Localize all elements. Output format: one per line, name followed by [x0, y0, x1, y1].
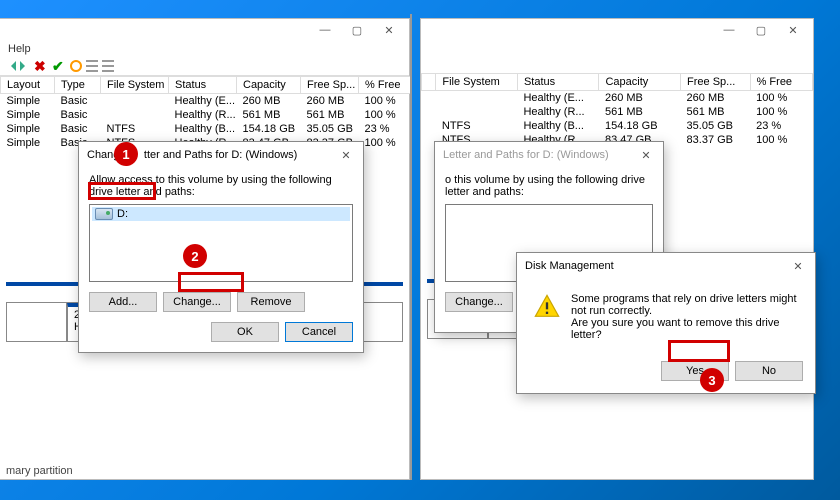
confirm-msg-line2: Are you sure you want to remove this dri… — [571, 317, 799, 341]
table-row[interactable]: Healthy (R...561 MB561 MB100 % — [422, 105, 813, 119]
table-row[interactable]: SimpleBasicHealthy (E...260 MB260 MB100 … — [1, 94, 411, 109]
col-pct[interactable]: % Free — [359, 77, 411, 94]
dialog-description: o this volume by using the following dri… — [445, 174, 653, 198]
change-letter-dialog-left: Change tter and Paths for D: (Windows) ✕… — [78, 141, 364, 353]
add-button[interactable]: Add... — [89, 292, 157, 312]
delete-icon[interactable]: ✖ — [34, 59, 48, 73]
maximize-button[interactable]: ▢ — [341, 20, 373, 40]
dialog-titlebar[interactable]: Disk Management ✕ — [517, 253, 815, 279]
close-button[interactable]: ✕ — [777, 20, 809, 40]
forward-icon[interactable] — [20, 61, 30, 71]
dialog-description: Allow access to this volume by using the… — [89, 174, 353, 198]
list-icon[interactable] — [86, 60, 98, 72]
titlebar: — ▢ ✕ — [421, 19, 813, 41]
menu-help[interactable]: Help — [0, 41, 409, 57]
legend-text: mary partition — [6, 465, 73, 477]
minimize-button[interactable]: — — [713, 20, 745, 40]
col-fs[interactable]: File System — [101, 77, 169, 94]
remove-button[interactable]: Remove — [237, 292, 305, 312]
confirm-title: Disk Management — [525, 260, 614, 272]
back-icon[interactable] — [6, 61, 16, 71]
col-free[interactable]: Free Sp... — [681, 74, 751, 91]
close-icon[interactable]: ✕ — [337, 146, 355, 164]
drive-letter-listbox[interactable]: D: — [89, 204, 353, 282]
table-row[interactable]: NTFSHealthy (B...154.18 GB35.05 GB23 % — [422, 119, 813, 133]
table-row[interactable]: SimpleBasicHealthy (R...561 MB561 MB100 … — [1, 108, 411, 122]
yes-button[interactable]: Yes — [661, 361, 729, 381]
col-capacity[interactable]: Capacity — [599, 74, 681, 91]
col-fs[interactable]: File System — [436, 74, 518, 91]
refresh-icon[interactable] — [70, 60, 82, 72]
no-button[interactable]: No — [735, 361, 803, 381]
change-button[interactable]: Change... — [163, 292, 231, 312]
col-status[interactable]: Status — [517, 74, 599, 91]
warning-icon — [533, 293, 561, 321]
col-free[interactable]: Free Sp... — [301, 77, 359, 94]
col-pct[interactable]: % Free — [750, 74, 812, 91]
close-icon[interactable]: ✕ — [789, 257, 807, 275]
titlebar: — ▢ ✕ — [0, 19, 409, 41]
close-button[interactable]: ✕ — [373, 20, 405, 40]
volume-table: Layout Type File System Status Capacity … — [0, 76, 411, 150]
col-status[interactable]: Status — [169, 77, 237, 94]
drive-letter-item[interactable]: D: — [92, 207, 350, 221]
cancel-button[interactable]: Cancel — [285, 322, 353, 342]
toolbar: ✖ ✔ — [0, 57, 409, 76]
pane-divider — [410, 14, 412, 480]
apply-icon[interactable]: ✔ — [52, 59, 66, 73]
minimize-button[interactable]: — — [309, 20, 341, 40]
close-icon[interactable]: ✕ — [637, 146, 655, 164]
col-layout[interactable]: Layout — [1, 77, 55, 94]
maximize-button[interactable]: ▢ — [745, 20, 777, 40]
detail-icon[interactable] — [102, 60, 114, 72]
drive-icon — [95, 208, 113, 220]
col-type[interactable]: Type — [55, 77, 101, 94]
dialog-titlebar[interactable]: Letter and Paths for D: (Windows) ✕ — [435, 142, 663, 168]
table-row[interactable]: Healthy (E...260 MB260 MB100 % — [422, 91, 813, 106]
disk-label — [7, 303, 67, 341]
col-blank — [422, 74, 436, 91]
drive-letter-label: D: — [117, 208, 128, 220]
table-row[interactable]: SimpleBasicNTFSHealthy (B...154.18 GB35.… — [1, 122, 411, 136]
dialog-titlebar[interactable]: Change tter and Paths for D: (Windows) ✕ — [79, 142, 363, 168]
col-capacity[interactable]: Capacity — [237, 77, 301, 94]
confirm-msg-line1: Some programs that rely on drive letters… — [571, 293, 799, 317]
confirm-dialog: Disk Management ✕ Some programs that rel… — [516, 252, 816, 394]
change-button[interactable]: Change... — [445, 292, 513, 312]
volume-table: File System Status Capacity Free Sp... %… — [421, 73, 813, 147]
ok-button[interactable]: OK — [211, 322, 279, 342]
